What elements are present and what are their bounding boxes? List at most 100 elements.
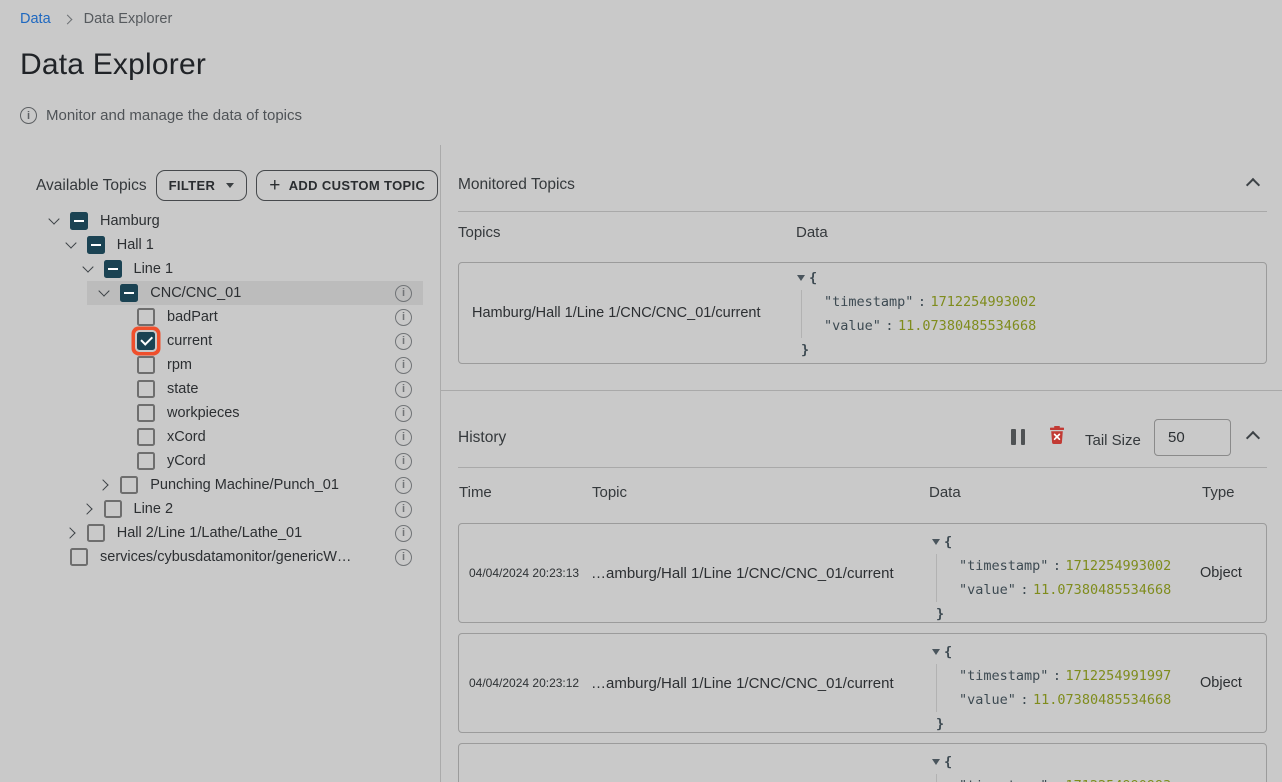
chevron-icon[interactable]	[98, 285, 120, 301]
history-collapse-button[interactable]	[1243, 426, 1263, 446]
history-topic: …amburg/Hall 1/Line 1/CNC/CNC_01/current	[591, 634, 929, 732]
tree-row-line-2[interactable]: Line 2	[0, 497, 440, 521]
history-time: 04/04/2024 20:23:12	[469, 634, 587, 732]
chevron-icon	[115, 357, 137, 373]
divider	[441, 390, 1282, 391]
breadcrumb-link-data[interactable]: Data	[20, 11, 51, 27]
info-icon[interactable]	[395, 549, 412, 566]
json-separator: :	[1020, 582, 1028, 598]
tree-row-hall-2-line-1-lathe-lathe-01[interactable]: Hall 2/Line 1/Lathe/Lathe_01	[0, 521, 440, 545]
checkbox[interactable]	[137, 452, 155, 470]
json-key-timestamp: "timestamp"	[959, 668, 1048, 684]
chevron-icon	[115, 309, 137, 325]
tree-row-current[interactable]: current	[0, 329, 440, 353]
checkbox[interactable]	[120, 284, 138, 302]
checkbox[interactable]	[137, 428, 155, 446]
history-time	[469, 744, 587, 782]
history-time: 04/04/2024 20:23:13	[469, 524, 587, 622]
info-icon[interactable]	[395, 501, 412, 518]
tree-row-workpieces[interactable]: workpieces	[0, 401, 440, 425]
chevron-icon	[115, 333, 137, 349]
chevron-icon[interactable]	[98, 477, 120, 493]
json-key-timestamp: "timestamp"	[959, 558, 1048, 574]
checkbox[interactable]	[70, 212, 88, 230]
json-value-timestamp: 1712254991997	[1066, 668, 1172, 684]
json-key-value: "value"	[959, 582, 1016, 598]
tree-label: Line 2	[134, 501, 174, 517]
json-viewer: { "timestamp":1712254993002 "value":11.0…	[932, 530, 1171, 626]
chevron-icon	[115, 429, 137, 445]
tree-label: services/cybusdatamonitor/genericW…	[100, 549, 351, 565]
chevron-icon	[115, 405, 137, 421]
chevron-icon[interactable]	[82, 261, 104, 277]
right-panel: Monitored Topics Topics Data Hamburg/Hal…	[440, 145, 1282, 782]
info-icon[interactable]	[395, 309, 412, 326]
history-row: 04/04/2024 20:23:12 …amburg/Hall 1/Line …	[458, 633, 1267, 733]
chevron-icon	[115, 453, 137, 469]
breadcrumb: Data Data Explorer	[20, 11, 172, 27]
tree-row-state[interactable]: state	[0, 377, 440, 401]
checkbox[interactable]	[137, 380, 155, 398]
pause-button[interactable]	[1011, 429, 1025, 445]
json-viewer: { "timestamp":1712254993002 "value":11.0…	[797, 266, 1036, 362]
caret-down-icon	[226, 183, 234, 188]
filter-button[interactable]: FILTER	[156, 170, 248, 201]
chevron-icon[interactable]	[82, 501, 104, 517]
json-separator: :	[1053, 668, 1061, 684]
chevron-icon[interactable]	[65, 525, 87, 541]
checkbox[interactable]	[104, 500, 122, 518]
breadcrumb-separator-icon	[62, 14, 72, 24]
info-icon[interactable]	[395, 357, 412, 374]
checkbox[interactable]	[104, 260, 122, 278]
info-icon[interactable]	[395, 285, 412, 302]
chevron-icon	[48, 549, 70, 565]
history-topic: …amburg/Hall 1/Line 1/CNC/CNC_01/current	[591, 524, 929, 622]
tree-row-badpart[interactable]: badPart	[0, 305, 440, 329]
clear-history-button[interactable]	[1048, 425, 1066, 448]
info-icon[interactable]	[395, 405, 412, 422]
monitored-collapse-button[interactable]	[1243, 173, 1263, 193]
chevron-icon[interactable]	[65, 237, 87, 253]
checkbox[interactable]	[87, 236, 105, 254]
tail-size-input[interactable]	[1154, 419, 1231, 456]
checkbox[interactable]	[87, 524, 105, 542]
tree-row-punching-machine-punch-01[interactable]: Punching Machine/Punch_01	[0, 473, 440, 497]
divider	[458, 211, 1267, 212]
add-custom-topic-button[interactable]: + ADD CUSTOM TOPIC	[256, 170, 438, 201]
tree-label: Punching Machine/Punch_01	[150, 477, 339, 493]
divider	[458, 467, 1267, 468]
history-topic	[591, 744, 929, 782]
info-icon[interactable]	[395, 477, 412, 494]
tree-label: CNC/CNC_01	[150, 285, 241, 301]
tree-row-ycord[interactable]: yCord	[0, 449, 440, 473]
info-icon[interactable]	[395, 453, 412, 470]
json-collapse-icon[interactable]	[932, 759, 940, 765]
tree-row-services-cybusdatamonitor-genericw[interactable]: services/cybusdatamonitor/genericW…	[0, 545, 440, 569]
checkbox[interactable]	[137, 308, 155, 326]
tree-row-line-1[interactable]: Line 1	[0, 257, 440, 281]
tree-row-xcord[interactable]: xCord	[0, 425, 440, 449]
info-icon[interactable]	[395, 333, 412, 350]
chevron-icon[interactable]	[48, 213, 70, 229]
checkbox[interactable]	[120, 476, 138, 494]
json-collapse-icon[interactable]	[932, 539, 940, 545]
tree-label: Hall 1	[117, 237, 154, 253]
json-key-timestamp: "timestamp"	[959, 778, 1048, 782]
tree-row-hall-1[interactable]: Hall 1	[0, 233, 440, 257]
checkbox[interactable]	[137, 356, 155, 374]
json-open-brace: {	[809, 266, 817, 290]
add-custom-topic-label: ADD CUSTOM TOPIC	[289, 178, 426, 193]
json-close-brace: }	[801, 338, 1036, 362]
info-icon[interactable]	[395, 525, 412, 542]
json-collapse-icon[interactable]	[932, 649, 940, 655]
checkbox[interactable]	[70, 548, 88, 566]
json-separator: :	[1020, 692, 1028, 708]
tree-row-cnc-cnc-01[interactable]: CNC/CNC_01	[0, 281, 440, 305]
json-collapse-icon[interactable]	[797, 275, 805, 281]
checkbox[interactable]	[137, 404, 155, 422]
checkbox[interactable]	[137, 332, 155, 350]
tree-row-hamburg[interactable]: Hamburg	[0, 209, 440, 233]
info-icon[interactable]	[395, 429, 412, 446]
info-icon[interactable]	[395, 381, 412, 398]
tree-row-rpm[interactable]: rpm	[0, 353, 440, 377]
